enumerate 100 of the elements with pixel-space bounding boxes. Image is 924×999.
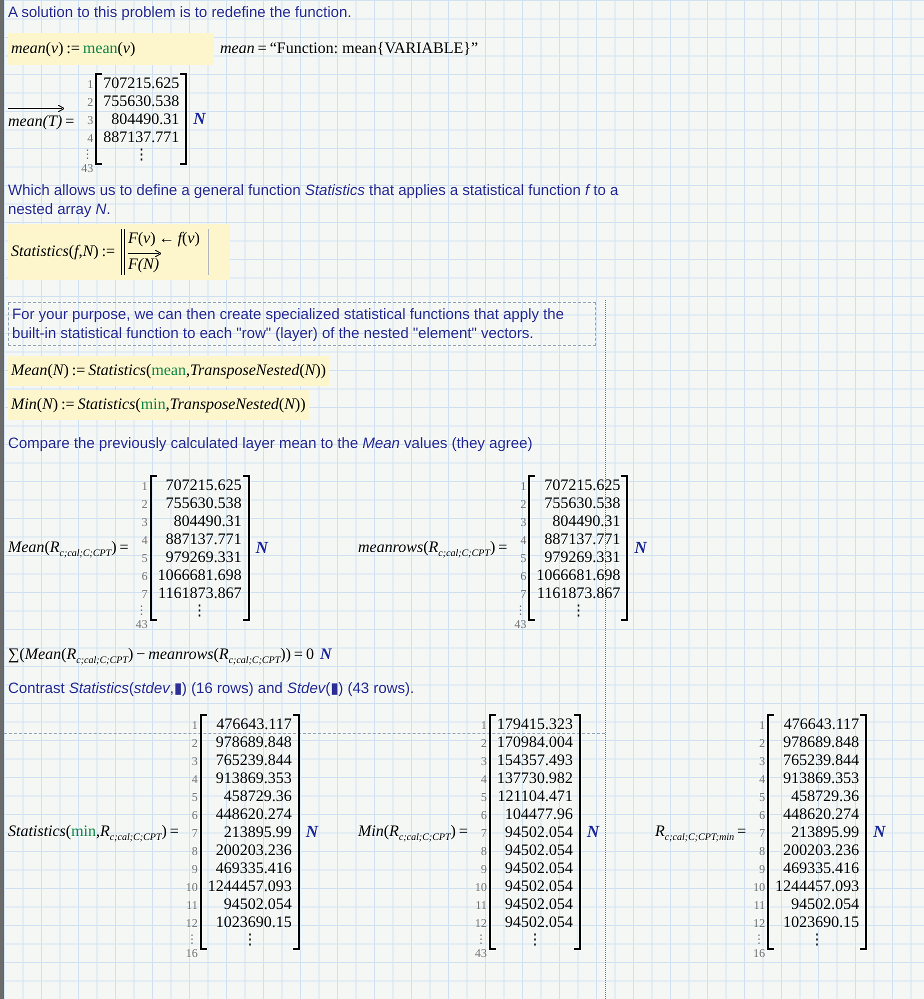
matrix-value: 765239.844	[214, 752, 292, 770]
matrix-value: 707215.625	[543, 477, 620, 495]
row-index: 5	[520, 550, 526, 567]
matrix-value: 978689.848	[782, 734, 860, 752]
matrix-value: ⋮	[134, 147, 149, 163]
matrix-value: 887137.771	[543, 531, 620, 549]
row-index: 5	[759, 789, 766, 806]
matrix-value: 179415.323	[496, 716, 573, 734]
matrix-value: 979269.331	[164, 549, 242, 567]
row-index: 43	[136, 617, 148, 631]
matrix-value: 213895.99	[222, 824, 292, 842]
row-index: 2	[480, 735, 487, 752]
program-line: F(v) ← f(v)	[128, 229, 200, 249]
row-index: 5	[142, 550, 148, 567]
row-index: 5	[192, 789, 198, 806]
math-expression: mean(T) =	[8, 104, 78, 134]
row-index: ⋮	[514, 603, 526, 617]
matrix-value: 755630.538	[164, 495, 242, 513]
row-index: 6	[520, 568, 526, 585]
matrix-value: ⋮	[242, 932, 258, 948]
row-index: 6	[759, 807, 766, 824]
matrix-value: 755630.538	[543, 495, 620, 513]
row-index: 1	[520, 478, 526, 495]
math-expression: ∑(Mean(R$_{c;cal;C;CPT}$) − meanrows(R$_{c;cal;C;CPT}$)) = 0 N	[8, 645, 333, 667]
row-index: 9	[192, 861, 198, 878]
row-index: 2	[520, 496, 526, 513]
unit-label: N	[586, 821, 600, 844]
matrix-value: 887137.771	[103, 129, 180, 147]
row-index: 10	[186, 879, 198, 896]
row-index: 4	[759, 771, 766, 788]
matrix-value: 804490.31	[110, 111, 180, 129]
matrix-value: 137730.982	[496, 770, 573, 788]
row-index: ⋮	[753, 932, 766, 946]
matrix-value: 448620.274	[782, 806, 860, 824]
row-index: 7	[480, 825, 487, 842]
row-index: 8	[480, 843, 487, 860]
matrix-value: 469335.416	[214, 860, 292, 878]
row-index: 11	[754, 897, 766, 914]
math-expression: R$_{c;cal;C;CPT;min}$ =	[655, 822, 748, 844]
row-index: ⋮	[474, 932, 487, 946]
matrix-value: ⋮	[570, 603, 586, 619]
matrix-value: 804490.31	[551, 513, 620, 531]
row-index: 6	[192, 807, 198, 824]
matrix-value: 94502.054	[504, 860, 573, 878]
matrix-value: 887137.771	[164, 531, 242, 549]
row-index: 43	[514, 617, 526, 631]
math-expression: mean(v) := mean(v)	[11, 40, 136, 57]
row-index: 2	[87, 94, 94, 111]
paragraph: Which allows us to define a general function Statistics that applies a statistical function f to a nested array N.	[8, 181, 620, 219]
matrix-value: 104477.96	[504, 806, 573, 824]
row-index: 1	[142, 478, 148, 495]
row-index: 2	[142, 496, 148, 513]
matrix-value: 94502.054	[504, 824, 573, 842]
row-index: 1	[759, 717, 766, 734]
row-index: 10	[753, 879, 766, 896]
matrix-value: 154357.493	[496, 752, 573, 770]
matrix-value: 913869.353	[214, 770, 292, 788]
math-expression: Min(N) := Statistics(min,TransposeNested(N))	[11, 396, 306, 413]
row-index: 3	[759, 753, 766, 770]
math-expression: Mean(N) := Statistics(mean,TransposeNested(N))	[11, 362, 326, 379]
row-index: 12	[753, 915, 766, 932]
matrix-value: 94502.054	[222, 896, 292, 914]
row-index: 7	[520, 586, 526, 603]
matrix-value: 1161873.867	[536, 585, 620, 603]
math-expression: Mean(R$_{c;cal;C;CPT}$) =	[8, 538, 130, 560]
row-index: 2	[759, 735, 766, 752]
paragraph: For your purpose, we can then create specialized statistical functions that apply the built-in statistical function to each "row" (layer) of the nested "element" vectors.	[12, 305, 565, 343]
row-index: 1	[192, 717, 198, 734]
row-index: 9	[480, 861, 487, 878]
row-index: 6	[480, 807, 487, 824]
matrix-value: 707215.625	[164, 477, 242, 495]
row-index: 6	[142, 568, 148, 585]
matrix-value: 200203.236	[214, 842, 292, 860]
matrix-value: 94502.054	[504, 914, 573, 932]
matrix-value: ⋮	[192, 603, 208, 619]
row-index: 16	[186, 946, 198, 960]
row-index: 43	[474, 946, 487, 960]
matrix-value: 94502.054	[504, 842, 573, 860]
row-index: 3	[480, 753, 487, 770]
row-index: 1	[87, 76, 94, 93]
row-index: 8	[192, 843, 198, 860]
row-index: 7	[759, 825, 766, 842]
row-index: 7	[142, 586, 148, 603]
row-index: 3	[192, 753, 198, 770]
math-expression: mean = “Function: mean{VARIABLE}”	[220, 39, 478, 59]
matrix-value: 94502.054	[790, 896, 860, 914]
matrix-value: 1161873.867	[158, 585, 242, 603]
row-index: 7	[192, 825, 198, 842]
paragraph: A solution to this problem is to redefine the function.	[8, 3, 353, 22]
program-line: F(N)	[128, 249, 200, 275]
matrix-value: 200203.236	[782, 842, 860, 860]
row-index: 3	[142, 514, 148, 531]
row-index: 4	[142, 532, 148, 549]
matrix-value: 1023690.15	[214, 914, 292, 932]
matrix-value: 707215.625	[103, 75, 180, 93]
row-index: 8	[759, 843, 766, 860]
matrix-value: 94502.054	[504, 878, 573, 896]
matrix-value: 755630.538	[103, 93, 180, 111]
row-index: 11	[475, 897, 487, 914]
matrix-value: 469335.416	[782, 860, 860, 878]
